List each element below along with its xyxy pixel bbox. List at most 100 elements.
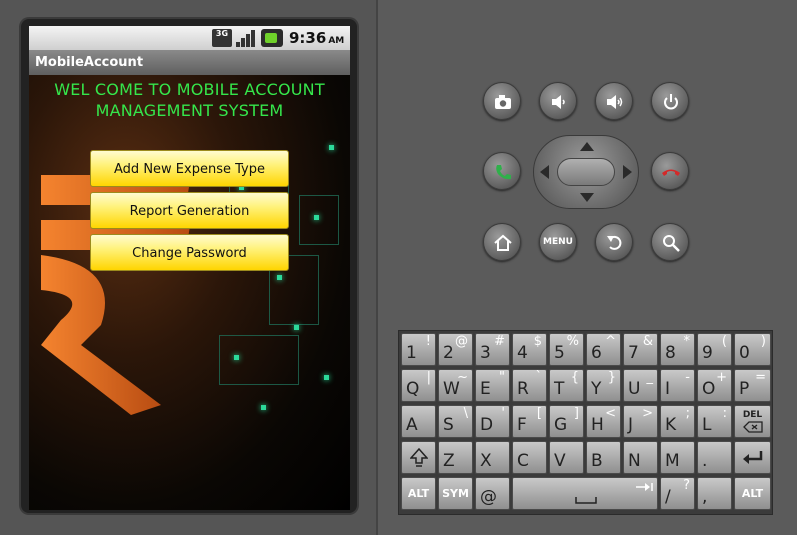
volume-down-icon	[552, 95, 565, 109]
key-s[interactable]: S \	[438, 405, 473, 438]
enter-key[interactable]	[734, 441, 771, 474]
key-a[interactable]: A	[401, 405, 436, 438]
key-f[interactable]: F[	[512, 405, 547, 438]
status-bar: 3G 9:36 AM	[29, 26, 350, 50]
circuit-decoration	[299, 195, 339, 245]
space-icon	[575, 497, 597, 504]
alt-key-left[interactable]: ALT	[401, 477, 436, 510]
key-p[interactable]: P =	[734, 369, 771, 402]
sym-key[interactable]: SYM	[438, 477, 473, 510]
volume-up-button[interactable]	[595, 82, 633, 120]
key-v[interactable]: V	[549, 441, 584, 474]
backspace-icon	[743, 421, 763, 433]
key-e[interactable]: E "	[475, 369, 510, 402]
home-button[interactable]	[483, 223, 521, 261]
key-l[interactable]: L:	[697, 405, 732, 438]
battery-icon	[261, 29, 283, 47]
dpad-down-icon[interactable]	[580, 193, 594, 202]
key-0[interactable]: 0)	[734, 333, 771, 366]
circuit-light	[277, 275, 282, 280]
camera-button[interactable]	[483, 82, 521, 120]
end-call-button[interactable]	[651, 152, 689, 190]
circuit-light	[294, 325, 299, 330]
signal-icon	[236, 29, 256, 47]
dpad-up-icon[interactable]	[580, 142, 594, 151]
space-key[interactable]	[512, 477, 658, 510]
network-3g-icon: 3G	[212, 29, 232, 47]
key-q[interactable]: Q |	[401, 369, 436, 402]
emulator-window: 3G 9:36 AM MobileAccount WEL COME TO MOB…	[0, 0, 797, 535]
menu-button[interactable]: MENU	[539, 223, 577, 261]
key-w[interactable]: W ~	[438, 369, 473, 402]
app-content: WEL COME TO MOBILE ACCOUNT MANAGEMENT SY…	[29, 75, 350, 510]
tab-icon	[636, 483, 653, 491]
key-g[interactable]: G]	[549, 405, 584, 438]
search-icon	[663, 235, 680, 252]
key-o[interactable]: O +	[697, 369, 732, 402]
change-password-button[interactable]: Change Password	[90, 234, 289, 271]
key-7[interactable]: 7 &	[623, 333, 658, 366]
shift-key[interactable]	[401, 441, 436, 474]
key-1[interactable]: 1!	[401, 333, 436, 366]
welcome-heading: WEL COME TO MOBILE ACCOUNT MANAGEMENT SY…	[54, 80, 325, 120]
circuit-light	[261, 405, 266, 410]
key-z[interactable]: Z	[438, 441, 473, 474]
power-icon	[664, 94, 678, 110]
key-t[interactable]: T{	[549, 369, 584, 402]
key-u[interactable]: U _	[623, 369, 658, 402]
key-4[interactable]: 4 $	[512, 333, 547, 366]
key-c[interactable]: C	[512, 441, 547, 474]
key-y[interactable]: Y}	[586, 369, 621, 402]
app-title: MobileAccount	[29, 50, 350, 75]
volume-down-button[interactable]	[539, 82, 577, 120]
key-3[interactable]: 3 #	[475, 333, 510, 366]
key-i[interactable]: I-	[660, 369, 695, 402]
device-screen: 3G 9:36 AM MobileAccount WEL COME TO MOB…	[29, 26, 350, 510]
key-r[interactable]: R `	[512, 369, 547, 402]
call-icon	[496, 165, 511, 180]
home-icon	[494, 234, 512, 251]
key-8[interactable]: 8 *	[660, 333, 695, 366]
key-b[interactable]: B	[586, 441, 621, 474]
dpad-center-button[interactable]	[557, 158, 615, 186]
power-button[interactable]	[651, 82, 689, 120]
key-6[interactable]: 6 ^	[586, 333, 621, 366]
key-k[interactable]: K;	[660, 405, 695, 438]
dpad-left-icon[interactable]	[540, 165, 549, 179]
call-button[interactable]	[483, 152, 521, 190]
key-9[interactable]: 9(	[697, 333, 732, 366]
add-expense-type-button[interactable]: Add New Expense Type	[90, 150, 289, 187]
key-d[interactable]: D '	[475, 405, 510, 438]
dpad[interactable]	[533, 135, 639, 209]
key-n[interactable]: N	[623, 441, 658, 474]
report-generation-button[interactable]: Report Generation	[90, 192, 289, 229]
circuit-light	[314, 215, 319, 220]
key-slash[interactable]: /?	[660, 477, 695, 510]
hardware-keyboard: 1! 2 @ 3 # 4 $ 5% 6 ^ 7 & 8 * 9( 0) Q | W ~ E " R…	[398, 330, 773, 515]
key-at[interactable]: @	[475, 477, 510, 510]
circuit-light	[324, 375, 329, 380]
key-2[interactable]: 2 @	[438, 333, 473, 366]
key-h[interactable]: H <	[586, 405, 621, 438]
key-period[interactable]: .	[697, 441, 732, 474]
key-j[interactable]: J >	[623, 405, 658, 438]
clock: 9:36 AM	[289, 29, 345, 47]
key-comma[interactable]: ,	[697, 477, 732, 510]
search-button[interactable]	[651, 223, 689, 261]
end-call-icon	[662, 169, 680, 176]
camera-icon	[495, 95, 511, 109]
key-m[interactable]: M	[660, 441, 695, 474]
circuit-light	[234, 355, 239, 360]
volume-up-icon	[607, 95, 623, 109]
enter-icon	[743, 451, 763, 464]
circuit-decoration	[219, 335, 299, 385]
circuit-light	[329, 145, 334, 150]
back-icon	[607, 235, 622, 250]
key-x[interactable]: X	[475, 441, 510, 474]
alt-key-right[interactable]: ALT	[734, 477, 771, 510]
key-5[interactable]: 5%	[549, 333, 584, 366]
back-button[interactable]	[595, 223, 633, 261]
dpad-right-icon[interactable]	[623, 165, 632, 179]
del-key[interactable]: DEL	[734, 405, 771, 438]
shift-icon	[410, 448, 428, 467]
